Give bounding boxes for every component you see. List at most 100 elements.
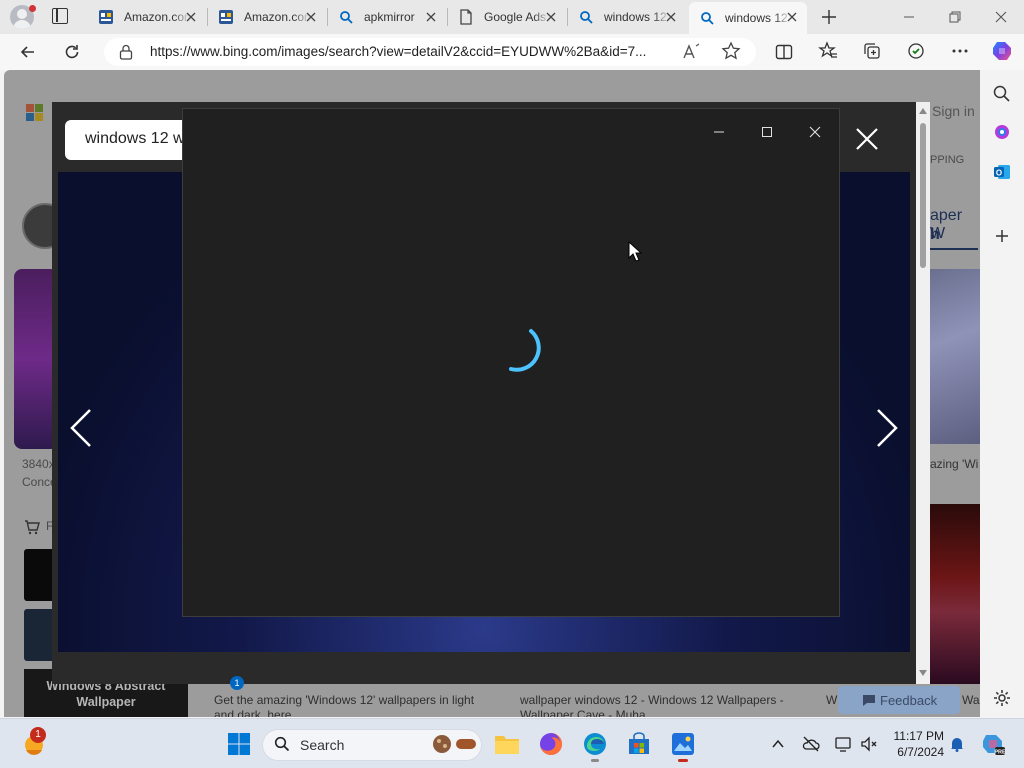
- feedback-icon: [863, 695, 875, 706]
- tab-title: Amazon.com: [244, 10, 310, 24]
- more-menu-icon[interactable]: [950, 41, 970, 61]
- running-indicator: [591, 759, 599, 762]
- close-icon[interactable]: [807, 124, 823, 140]
- notification-badge: 1: [30, 727, 46, 743]
- settings-gear-icon[interactable]: [992, 688, 1012, 708]
- tab-6-active[interactable]: windows 12: [689, 2, 807, 34]
- minimize-icon[interactable]: [711, 124, 727, 140]
- search-highlight-icon[interactable]: [430, 733, 478, 755]
- page-badge: 1: [230, 676, 244, 690]
- outlook-icon[interactable]: O: [992, 162, 1012, 182]
- svg-text:PRE: PRE: [994, 750, 1006, 756]
- close-tab-icon[interactable]: [664, 10, 678, 24]
- tab-1[interactable]: Amazon.com: [88, 4, 206, 30]
- scrollbar-thumb[interactable]: [920, 123, 926, 268]
- msn-news-icon: [219, 10, 233, 24]
- previous-image-icon[interactable]: [66, 406, 98, 450]
- search-icon: [274, 736, 290, 752]
- copilot-taskbar-icon[interactable]: PRE: [980, 732, 1006, 756]
- profile-alert-dot: [29, 5, 36, 12]
- display-icon[interactable]: [834, 735, 852, 753]
- feedback-label: Feedback: [880, 693, 938, 708]
- close-viewer-icon[interactable]: [854, 126, 880, 152]
- msn-news-icon: [99, 10, 113, 24]
- result-caption[interactable]: W: [826, 693, 837, 707]
- document-icon: [460, 9, 472, 25]
- running-indicator: [678, 759, 688, 762]
- close-tab-icon[interactable]: [785, 10, 799, 24]
- windows-start-icon[interactable]: [227, 732, 251, 756]
- file-explorer-icon[interactable]: [494, 732, 520, 756]
- browser-essentials-icon[interactable]: [906, 41, 926, 61]
- loading-window[interactable]: [182, 108, 840, 617]
- office-icon[interactable]: [992, 122, 1012, 142]
- viewer-search-text[interactable]: windows 12 w: [85, 130, 185, 148]
- notification-bell-icon[interactable]: [948, 735, 966, 753]
- split-screen-icon[interactable]: [774, 42, 794, 62]
- clock-time[interactable]: 11:17 PM: [884, 729, 944, 743]
- onedrive-offline-icon[interactable]: [802, 735, 820, 753]
- scroll-down-icon[interactable]: [918, 668, 928, 678]
- scroll-up-icon[interactable]: [918, 106, 928, 116]
- thumbnail-caption: 3840x: [22, 457, 55, 471]
- clock-date[interactable]: 6/7/2024: [884, 745, 944, 759]
- tab-4[interactable]: Google Ads: [448, 4, 566, 30]
- tab-5[interactable]: windows 12: [568, 4, 686, 30]
- tab-3[interactable]: apkmirror: [328, 4, 446, 30]
- microsoft-logo[interactable]: [26, 104, 44, 122]
- photos-app-icon[interactable]: [670, 731, 696, 757]
- volume-muted-icon[interactable]: [860, 735, 878, 753]
- related-search-text-2[interactable]: h: [930, 226, 940, 244]
- maximize-icon[interactable]: [759, 124, 775, 140]
- tab-actions-icon[interactable]: [52, 8, 68, 24]
- svg-text:O: O: [996, 169, 1002, 178]
- shopping-tab[interactable]: PPING: [930, 154, 964, 166]
- taskbar-search-placeholder[interactable]: Search: [300, 737, 344, 753]
- search-icon[interactable]: [992, 84, 1012, 104]
- edge-sidebar: O: [980, 70, 1024, 717]
- image-thumbnail[interactable]: [930, 504, 980, 684]
- tab-title: apkmirror: [364, 10, 415, 24]
- shopping-cart-icon: [25, 520, 40, 535]
- web-page: Sign in PPING aper W h 3840x Conce F Win…: [4, 70, 980, 717]
- favorites-icon[interactable]: [818, 41, 838, 61]
- mouse-cursor-icon: [628, 241, 642, 262]
- chevron-up-icon[interactable]: [770, 736, 786, 752]
- favorite-star-icon[interactable]: [721, 41, 741, 61]
- feedback-button[interactable]: Feedback: [838, 686, 960, 714]
- tab-title: windows 12: [725, 11, 788, 25]
- microsoft-store-icon[interactable]: [626, 731, 652, 757]
- image-thumbnail[interactable]: [930, 269, 980, 444]
- result-caption[interactable]: Get the amazing 'Windows 12' wallpapers …: [214, 693, 486, 717]
- tab-title: windows 12: [604, 10, 667, 24]
- search-icon: [701, 12, 714, 25]
- back-icon[interactable]: [18, 42, 38, 62]
- result-caption[interactable]: Wa: [962, 693, 980, 707]
- firefox-icon[interactable]: [538, 731, 564, 757]
- sign-in-link[interactable]: Sign in: [932, 103, 975, 119]
- close-tab-icon[interactable]: [184, 10, 198, 24]
- copilot-icon[interactable]: [990, 39, 1014, 63]
- tab-strip: Amazon.com Amazon.com apkmirror Google A…: [0, 0, 1024, 34]
- lock-icon[interactable]: [118, 43, 134, 61]
- close-tab-icon[interactable]: [544, 10, 558, 24]
- close-window-icon[interactable]: [992, 8, 1010, 26]
- tab-title: Amazon.com: [124, 10, 190, 24]
- tab-title: Google Ads: [484, 10, 547, 24]
- refresh-icon[interactable]: [62, 42, 82, 62]
- add-sidebar-app-icon[interactable]: [992, 226, 1012, 246]
- read-aloud-icon[interactable]: [681, 42, 701, 62]
- next-image-icon[interactable]: [870, 406, 902, 450]
- tab-2[interactable]: Amazon.com: [208, 4, 326, 30]
- new-tab-icon[interactable]: [820, 8, 838, 26]
- url-text[interactable]: https://www.bing.com/images/search?view=…: [150, 44, 646, 59]
- restore-icon[interactable]: [946, 8, 964, 26]
- close-tab-icon[interactable]: [304, 10, 318, 24]
- search-icon: [340, 11, 353, 24]
- minimize-icon[interactable]: [900, 8, 918, 26]
- close-tab-icon[interactable]: [424, 10, 438, 24]
- edge-icon[interactable]: [582, 731, 608, 757]
- result-caption[interactable]: wallpaper windows 12 - Windows 12 Wallpa…: [520, 693, 792, 717]
- search-icon: [580, 11, 593, 24]
- collections-icon[interactable]: [862, 41, 882, 61]
